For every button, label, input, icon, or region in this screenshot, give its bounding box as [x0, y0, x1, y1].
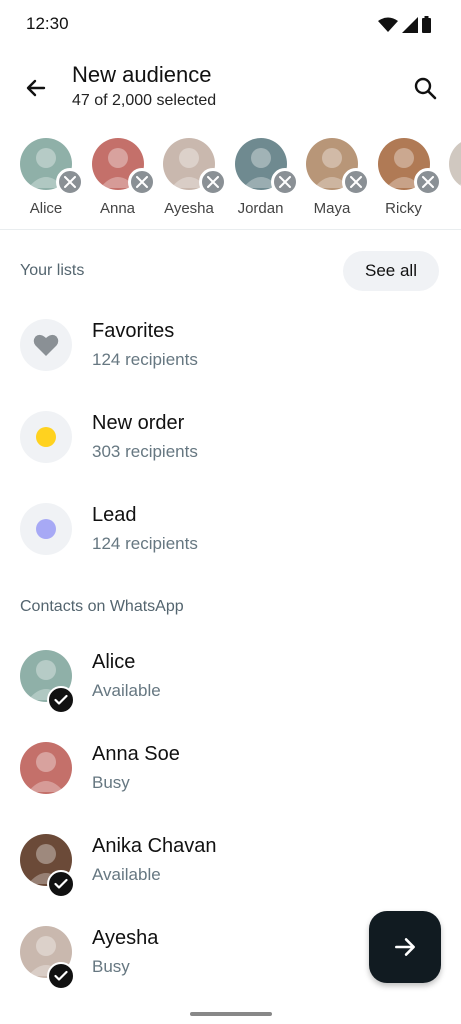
- list-item[interactable]: Lead 124 recipients: [0, 483, 461, 575]
- selected-contact-name: Anna: [99, 200, 136, 217]
- arrow-forward-icon: [395, 938, 415, 956]
- your-lists-header: Your lists: [20, 262, 85, 279]
- list-icon-container: [20, 503, 72, 555]
- check-icon: [54, 694, 68, 705]
- search-icon: [414, 77, 437, 100]
- check-icon: [54, 970, 68, 981]
- dot-icon: [36, 519, 56, 539]
- avatar: [449, 138, 461, 190]
- list-title: Favorites: [92, 320, 175, 342]
- list-item[interactable]: Favorites 124 recipients: [0, 299, 461, 391]
- contact-row[interactable]: Anna Soe Busy: [0, 722, 461, 814]
- contact-row[interactable]: Anika Chavan Available: [0, 814, 461, 906]
- person-photo-icon: [28, 752, 64, 792]
- contacts-section-header: Contacts on WhatsApp: [20, 598, 184, 615]
- remove-contact-button[interactable]: [199, 168, 227, 196]
- home-indicator: [190, 1012, 272, 1016]
- arrow-back-icon: [26, 79, 46, 97]
- selection-count: 47 of 2,000 selected: [72, 92, 217, 109]
- close-icon: [64, 176, 76, 188]
- list-title: Lead: [92, 504, 137, 526]
- selected-contacts-strip: Alice Anna Ayesha Jordan Maya Ricky A: [0, 132, 461, 230]
- contact-name: Ayesha: [92, 927, 159, 949]
- contact-name: Alice: [92, 651, 136, 673]
- list-recipients: 124 recipients: [92, 534, 198, 553]
- selected-contact[interactable]: Anna: [82, 138, 156, 217]
- avatar: [91, 138, 156, 196]
- contact-status: Available: [92, 865, 161, 884]
- dot-icon: [36, 427, 56, 447]
- contact-row[interactable]: Alice Available: [0, 630, 461, 722]
- remove-contact-button[interactable]: [270, 168, 299, 196]
- avatar: [306, 138, 370, 196]
- selected-contact-name: Maya: [313, 200, 351, 217]
- status-bar: 12:30: [0, 0, 461, 50]
- next-fab-button[interactable]: [369, 911, 441, 983]
- person-photo-icon: [457, 183, 461, 188]
- list-item[interactable]: New order 303 recipients: [0, 391, 461, 483]
- wifi-icon: [378, 17, 398, 32]
- close-icon: [207, 176, 219, 188]
- selected-contact[interactable]: Jordan: [225, 138, 299, 217]
- selected-contact-name: Ayesha: [164, 200, 214, 217]
- remove-contact-button[interactable]: [56, 168, 84, 196]
- avatar: [234, 138, 299, 196]
- page-title: New audience: [72, 62, 212, 87]
- signal-icon: [402, 16, 418, 33]
- avatar: [20, 138, 84, 196]
- remove-contact-button[interactable]: [127, 168, 156, 196]
- search-button[interactable]: [409, 72, 441, 104]
- selected-contact[interactable]: Maya: [296, 138, 370, 217]
- avatar: [20, 742, 72, 794]
- selected-contact-name: Ricky: [385, 200, 422, 217]
- app-bar: New audience 47 of 2,000 selected: [0, 50, 461, 124]
- contact-status: Busy: [92, 773, 130, 792]
- avatar: [377, 138, 442, 196]
- selected-contact[interactable]: Alice: [10, 138, 84, 217]
- close-icon: [350, 176, 362, 188]
- selected-contact-name: Jordan: [237, 200, 284, 217]
- contact-status: Available: [92, 681, 161, 700]
- selected-contact[interactable]: A: [439, 138, 461, 217]
- contact-name: Anna Soe: [92, 743, 180, 765]
- close-icon: [135, 176, 148, 188]
- list-recipients: 124 recipients: [92, 350, 198, 369]
- list-title: New order: [92, 412, 185, 434]
- selected-contact[interactable]: Ricky: [368, 138, 442, 217]
- see-all-button[interactable]: See all: [343, 251, 439, 291]
- remove-contact-button[interactable]: [413, 168, 442, 196]
- contact-name: Anika Chavan: [92, 835, 217, 857]
- selected-check-badge: [47, 870, 75, 898]
- avatar: [163, 138, 227, 196]
- selected-contact-name: A: [439, 200, 461, 217]
- list-icon-container: [20, 319, 72, 371]
- contact-status: Busy: [92, 957, 130, 976]
- close-icon: [421, 176, 434, 188]
- remove-contact-button[interactable]: [342, 168, 370, 196]
- selected-contact[interactable]: Ayesha: [153, 138, 227, 217]
- list-icon-container: [20, 411, 72, 463]
- heart-icon: [33, 334, 59, 356]
- selected-check-badge: [47, 686, 75, 714]
- selected-check-badge: [47, 962, 75, 990]
- selected-contact-name: Alice: [29, 200, 63, 217]
- back-button[interactable]: [20, 72, 52, 104]
- list-recipients: 303 recipients: [92, 442, 198, 461]
- battery-icon: [422, 16, 431, 33]
- check-icon: [54, 878, 68, 889]
- status-icons: [378, 16, 431, 33]
- close-icon: [278, 176, 291, 188]
- status-time: 12:30: [26, 14, 69, 33]
